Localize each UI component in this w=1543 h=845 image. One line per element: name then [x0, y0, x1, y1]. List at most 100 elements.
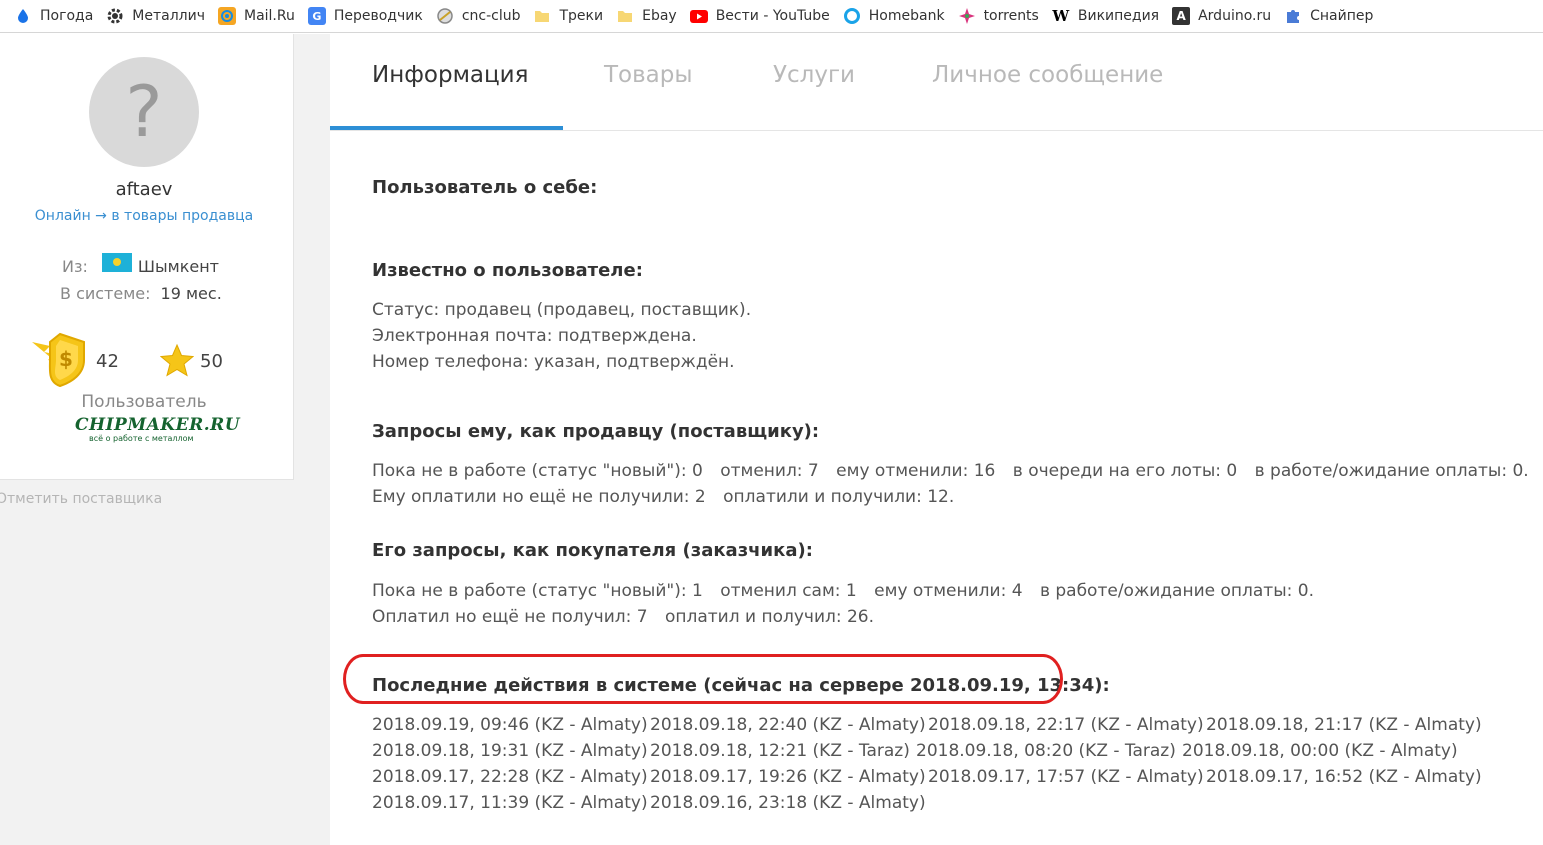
- about-heading: Пользователь о себе:: [372, 177, 598, 198]
- logo-text: CHIPMAKER.RU: [75, 415, 241, 435]
- stat-item: отменил сам: 1: [720, 581, 857, 601]
- activity-entry: 2018.09.18, 21:17 (KZ - Almaty): [1206, 715, 1482, 735]
- money-badge-icon: $: [32, 332, 85, 388]
- wikipedia-icon: W: [1052, 7, 1070, 25]
- location-label: Из:: [62, 257, 88, 276]
- bookmark-metallich[interactable]: Металлич: [102, 4, 214, 28]
- bookmark-label: Википедия: [1077, 8, 1160, 24]
- star-count: 50: [200, 351, 223, 372]
- arduino-icon: A: [1172, 7, 1191, 25]
- youtube-icon: [689, 7, 708, 25]
- folder-icon: [616, 7, 634, 25]
- avatar[interactable]: ?: [89, 57, 199, 167]
- stat-item: ему отменили: 16: [836, 461, 996, 481]
- activity-entry: 2018.09.17, 19:26 (KZ - Almaty): [650, 767, 926, 787]
- buyer-stats-line-2: Оплатил но ещё не получил: 7 оплатил и п…: [372, 607, 886, 627]
- bookmark-arduino[interactable]: A Arduino.ru: [1168, 4, 1280, 28]
- mark-supplier-link[interactable]: Отметить поставщика: [0, 491, 162, 507]
- active-tab-indicator: [330, 126, 563, 130]
- bookmark-torrents[interactable]: torrents: [954, 4, 1048, 28]
- known-heading: Известно о пользователе:: [372, 260, 643, 281]
- bookmark-label: Ebay: [642, 8, 677, 24]
- chipmaker-logo[interactable]: CHIPMAKER.RU всё о работе с металлом: [75, 415, 241, 449]
- droplet-icon: [14, 7, 32, 25]
- bookmark-label: Металлич: [132, 8, 205, 24]
- bookmark-pogoda[interactable]: Погода: [10, 4, 102, 28]
- stat-item: в работе/ожидание оплаты: 0.: [1039, 581, 1314, 601]
- bookmark-wikipedia[interactable]: W Википедия: [1048, 4, 1168, 28]
- activity-entry: 2018.09.18, 08:20 (KZ - Taraz): [916, 741, 1176, 761]
- svg-text:$: $: [59, 347, 73, 371]
- red-highlight-annotation: [343, 654, 1063, 704]
- activity-entry: 2018.09.18, 12:21 (KZ - Taraz): [650, 741, 910, 761]
- profile-tabs: Информация Товары Услуги Личное сообщени…: [330, 34, 1543, 131]
- bookmark-label: Mail.Ru: [243, 8, 295, 24]
- folder-icon: [533, 7, 551, 25]
- activity-entry: 2018.09.19, 09:46 (KZ - Almaty): [372, 715, 648, 735]
- buyer-requests-heading: Его запросы, как покупателя (заказчика):: [372, 540, 813, 561]
- stat-item: Пока не в работе (статус "новый"): 1: [372, 581, 703, 601]
- known-status: Статус: продавец (продавец, поставщик).: [372, 300, 752, 320]
- activity-entry: 2018.09.18, 00:00 (KZ - Almaty): [1182, 741, 1458, 761]
- bookmark-translate[interactable]: G Переводчик: [304, 4, 432, 28]
- activity-entry: 2018.09.17, 11:39 (KZ - Almaty): [372, 793, 648, 813]
- bookmark-label: Вести - YouTube: [715, 8, 830, 24]
- tab-private-message[interactable]: Личное сообщение: [932, 62, 1163, 88]
- stat-item: ему отменили: 4: [874, 581, 1023, 601]
- bookmark-label: Погода: [40, 8, 94, 24]
- membership-row: В системе: 19 мес.: [60, 284, 222, 303]
- bookmark-ebay[interactable]: Ebay: [612, 4, 686, 28]
- bookmark-label: Homebank: [868, 8, 945, 24]
- stat-item: Ему оплатили но ещё не получили: 2: [372, 487, 706, 507]
- membership-label: В системе:: [60, 284, 151, 303]
- translate-icon: G: [307, 7, 326, 25]
- profile-card: ? aftaev Онлайн → в товары продавца Из: …: [0, 34, 294, 480]
- activity-entry: 2018.09.17, 17:57 (KZ - Almaty): [928, 767, 1204, 787]
- online-status-link[interactable]: Онлайн → в товары продавца: [0, 208, 288, 224]
- mailru-icon: [217, 7, 236, 25]
- star-icon: [160, 343, 194, 377]
- bookmark-snaiper[interactable]: Снайпер: [1280, 4, 1382, 28]
- known-email: Электронная почта: подтверждена.: [372, 326, 697, 346]
- location-city: Шымкент: [137, 257, 219, 276]
- logo-subtext: всё о работе с металлом: [89, 434, 194, 443]
- tab-information[interactable]: Информация: [372, 62, 528, 88]
- bookmark-label: torrents: [983, 8, 1039, 24]
- puzzle-icon: [1284, 7, 1302, 25]
- activity-entry: 2018.09.17, 22:28 (KZ - Almaty): [372, 767, 648, 787]
- money-badge-count: 42: [96, 351, 119, 372]
- seller-requests-heading: Запросы ему, как продавцу (поставщику):: [372, 421, 820, 442]
- tab-services[interactable]: Услуги: [773, 62, 855, 88]
- buyer-stats-line-1: Пока не в работе (статус "новый"): 1 отм…: [372, 581, 1326, 601]
- known-phone: Номер телефона: указан, подтверждён.: [372, 352, 735, 372]
- activity-entry: 2018.09.17, 16:52 (KZ - Almaty): [1206, 767, 1482, 787]
- bookmark-label: Переводчик: [333, 8, 423, 24]
- stat-item: в работе/ожидание оплаты: 0.: [1254, 461, 1529, 481]
- seller-stats-line-2: Ему оплатили но ещё не получили: 2 оплат…: [372, 487, 966, 507]
- bookmark-vesti-youtube[interactable]: Вести - YouTube: [686, 4, 839, 28]
- bookmark-label: Треки: [559, 8, 604, 24]
- bookmark-label: Arduino.ru: [1198, 8, 1272, 24]
- stat-item: в очереди на его лоты: 0: [1012, 461, 1238, 481]
- bookmark-label: cnc-club: [461, 8, 521, 24]
- membership-duration: 19 мес.: [160, 284, 222, 303]
- bookmark-cnc-club[interactable]: cnc-club: [432, 4, 530, 28]
- stat-item: оплатили и получили: 12.: [723, 487, 955, 507]
- gear-icon: [106, 7, 124, 25]
- activity-entry: 2018.09.18, 22:17 (KZ - Almaty): [928, 715, 1204, 735]
- user-role: Пользователь: [81, 392, 207, 412]
- location-row: Из: Шымкент: [62, 253, 219, 276]
- activity-entry: 2018.09.16, 23:18 (KZ - Almaty): [650, 793, 926, 813]
- bookmark-mailru[interactable]: Mail.Ru: [214, 4, 304, 28]
- cnc-icon: [436, 7, 454, 25]
- homebank-icon: [843, 7, 861, 25]
- stat-item: оплатил и получил: 26.: [664, 607, 875, 627]
- bookmark-treki[interactable]: Треки: [529, 4, 612, 28]
- tab-goods[interactable]: Товары: [604, 62, 693, 88]
- username: aftaev: [115, 179, 173, 200]
- bookmark-label: Снайпер: [1310, 8, 1374, 24]
- bookmark-homebank[interactable]: Homebank: [839, 4, 954, 28]
- stat-item: Пока не в работе (статус "новый"): 0: [372, 461, 703, 481]
- seller-stats-line-1: Пока не в работе (статус "новый"): 0 отм…: [372, 461, 1541, 481]
- torrents-icon: [958, 7, 976, 25]
